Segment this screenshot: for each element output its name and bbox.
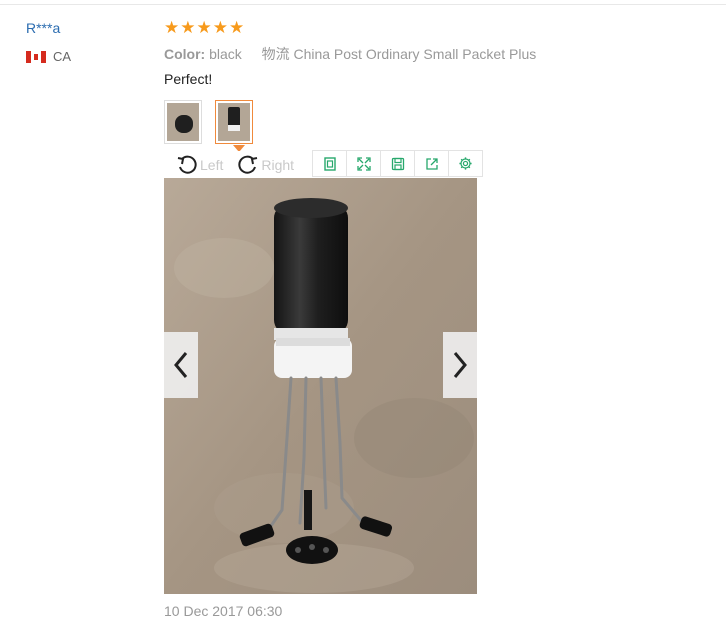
rotate-right-button[interactable]: Right xyxy=(237,154,294,176)
share-button[interactable] xyxy=(415,151,449,176)
rotate-controls: Left Right xyxy=(164,151,295,179)
chevron-right-icon xyxy=(453,352,467,378)
reviewer-country: CA xyxy=(26,49,71,64)
chevron-left-icon xyxy=(174,352,188,378)
canada-flag-icon xyxy=(26,50,46,63)
share-icon xyxy=(425,157,438,170)
color-label: Color: xyxy=(164,46,206,62)
star-icon: ★ xyxy=(164,18,180,37)
shipping-method: 物流 China Post Ordinary Small Packet Plus xyxy=(261,46,537,62)
order-info: Color: black 物流 China Post Ordinary Smal… xyxy=(164,44,536,64)
review-thumbnail[interactable] xyxy=(164,100,202,144)
color-value: black xyxy=(209,46,242,62)
star-icon: ★ xyxy=(180,18,196,37)
star-icon: ★ xyxy=(212,18,228,37)
rotate-right-icon xyxy=(238,155,258,174)
fullscreen-button[interactable] xyxy=(347,151,381,176)
save-icon xyxy=(391,157,404,170)
country-code: CA xyxy=(53,49,72,64)
settings-button[interactable] xyxy=(449,151,482,176)
gear-icon xyxy=(459,157,472,170)
rotate-left-label: Left xyxy=(200,157,224,173)
star-icon: ★ xyxy=(196,18,212,37)
review-thumbnail-selected[interactable] xyxy=(215,100,253,144)
next-image-button[interactable] xyxy=(443,332,477,398)
rotate-left-button[interactable]: Left xyxy=(176,154,223,176)
stirrer-photo xyxy=(164,178,477,594)
fullscreen-icon xyxy=(356,156,371,171)
image-toolbar xyxy=(312,150,483,177)
star-rating: ★ ★ ★ ★ ★ xyxy=(164,18,244,38)
reviewer-name[interactable]: R***a xyxy=(26,20,60,36)
divider xyxy=(0,4,726,5)
fit-page-icon xyxy=(323,156,336,171)
star-icon: ★ xyxy=(229,18,245,37)
save-button[interactable] xyxy=(381,151,415,176)
rotate-right-label: Right xyxy=(261,157,295,173)
review-date: 10 Dec 2017 06:30 xyxy=(164,603,283,619)
fit-page-button[interactable] xyxy=(313,151,347,176)
previous-image-button[interactable] xyxy=(164,332,198,398)
rotate-left-icon xyxy=(177,155,197,174)
review-text: Perfect! xyxy=(164,71,213,87)
review-photo xyxy=(164,178,477,594)
